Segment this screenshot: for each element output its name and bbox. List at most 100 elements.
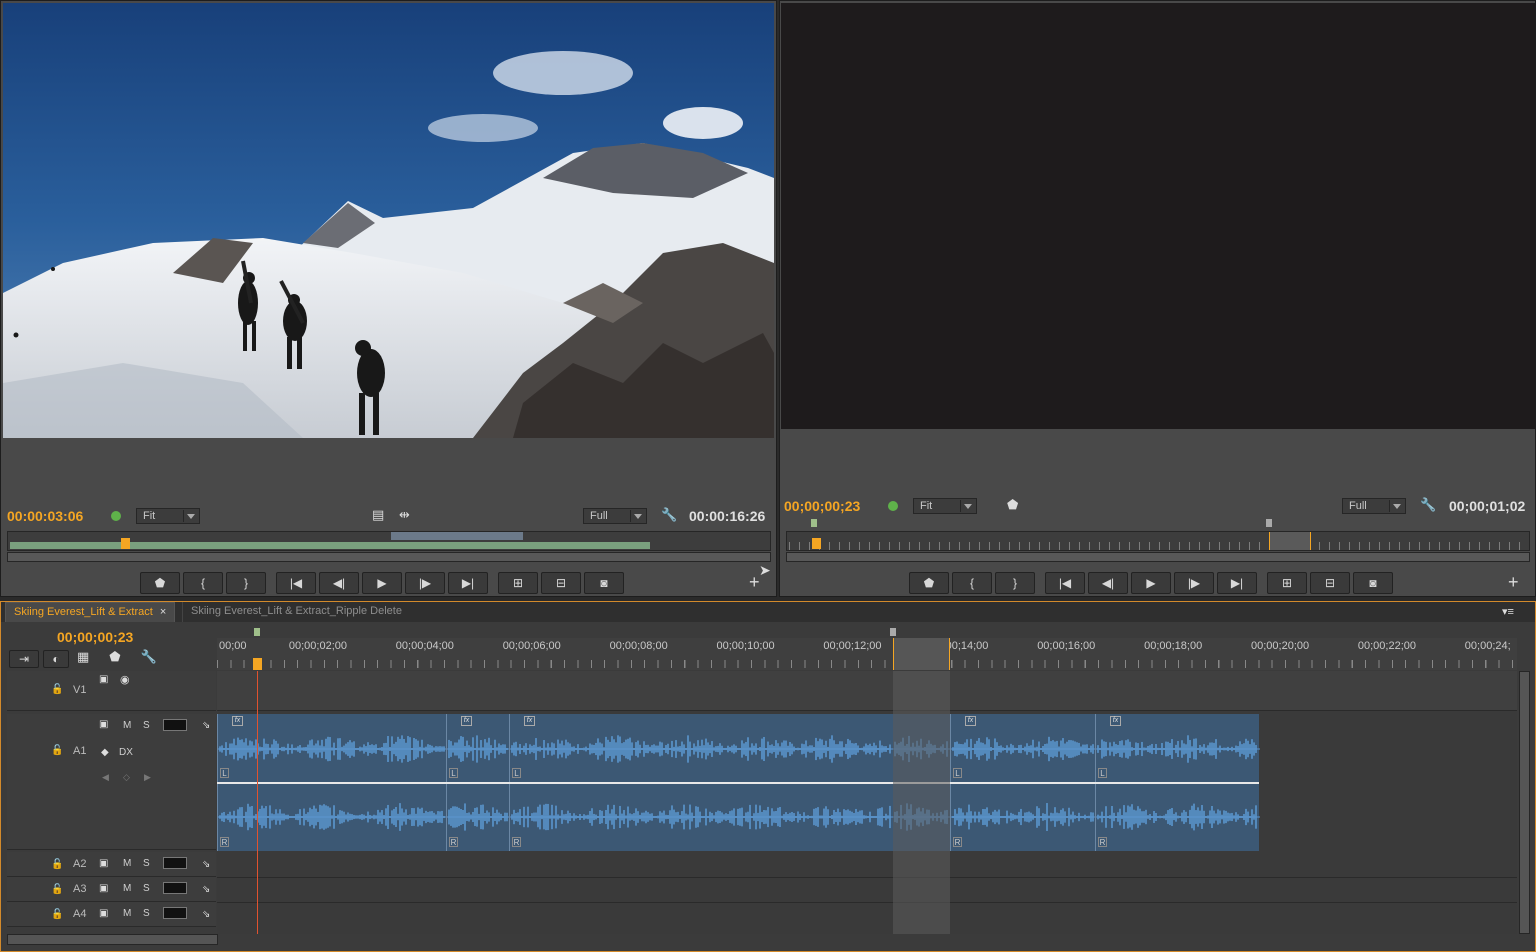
voice-record-button[interactable] (163, 882, 187, 894)
overwrite-button[interactable]: ⊟ (541, 572, 581, 594)
lock-icon[interactable]: 🔓 (51, 858, 63, 872)
timeline-panel: Skiing Everest_Lift & Extract × Skiing E… (0, 601, 1536, 952)
add-marker-button[interactable]: ⬟ (909, 572, 949, 594)
tab-label: Skiing Everest_Lift & Extract_Ripple Del… (191, 605, 402, 617)
link-icon[interactable]: ◐ (43, 650, 69, 668)
next-keyframe-icon[interactable]: ▶ (144, 770, 151, 784)
ruler-label: 00;00;20;00 (1251, 640, 1310, 652)
voice-record-button[interactable] (163, 857, 187, 869)
play-button[interactable]: ▶ (362, 572, 402, 594)
camera-icon[interactable]: ◙ (1353, 572, 1393, 594)
in-out-range (893, 638, 950, 670)
go-to-in-button[interactable]: |◀ (276, 572, 316, 594)
add-marker-button[interactable]: ⬟ (140, 572, 180, 594)
eye-icon[interactable]: ◉ (120, 673, 130, 687)
ruler-label: 00;00;06;00 (502, 640, 561, 652)
output-routing-icon[interactable]: ⇘ (202, 858, 210, 872)
tab-sequence-lift-extract[interactable]: Skiing Everest_Lift & Extract × (5, 602, 176, 622)
speaker-icon[interactable]: ▣ (99, 882, 108, 896)
mute-button[interactable]: M (123, 883, 131, 894)
mute-button[interactable]: M (123, 908, 131, 919)
play-button[interactable]: ▶ (1131, 572, 1171, 594)
sequence-out-marker (890, 628, 896, 636)
voice-record-button[interactable] (163, 907, 187, 919)
program-zoom-scrollbar[interactable] (786, 552, 1530, 562)
track-header-scrollbar[interactable] (7, 934, 218, 945)
mute-button[interactable]: M (123, 720, 131, 731)
prev-keyframe-icon[interactable]: ◀ (102, 770, 109, 784)
wrench-icon[interactable]: 🔧 (1420, 498, 1436, 512)
mark-in-button[interactable]: { (183, 572, 223, 594)
program-zoom-select[interactable]: Fit (913, 498, 977, 514)
output-routing-icon[interactable]: ⇘ (202, 908, 210, 922)
program-zoom-value: Fit (920, 500, 933, 512)
lock-icon[interactable]: 🔓 (51, 883, 63, 897)
program-drop-frame-indicator (888, 501, 898, 511)
go-to-in-button[interactable]: |◀ (1045, 572, 1085, 594)
in-out-highlight (893, 671, 950, 934)
panel-menu-icon[interactable]: ▾≡ (1502, 605, 1514, 619)
source-timecode[interactable]: 00:00:03:06 (7, 508, 83, 524)
program-resolution-select[interactable]: Full (1342, 498, 1406, 514)
speaker-icon[interactable]: ▣ (99, 857, 108, 871)
go-to-out-button[interactable]: ▶| (1217, 572, 1257, 594)
marker-icon[interactable]: ⬟ (1007, 498, 1018, 512)
timeline-vertical-scrollbar[interactable] (1519, 671, 1530, 934)
output-routing-icon[interactable]: ⇘ (202, 719, 210, 733)
snap-icon[interactable]: ⇥ (9, 650, 39, 668)
add-edit-icon[interactable]: ▦ (77, 650, 89, 668)
plus-icon[interactable]: + (749, 573, 760, 591)
audio-waveform-icon[interactable]: ⇹ (399, 508, 410, 522)
program-mini-timeline[interactable] (786, 531, 1530, 551)
close-icon[interactable]: × (160, 606, 166, 618)
lock-icon[interactable]: 🔓 (51, 683, 63, 697)
lock-icon[interactable]: 🔓 (51, 744, 63, 758)
step-back-button[interactable]: ◀| (319, 572, 359, 594)
timeline-playhead-timecode[interactable]: 00;00;00;23 (57, 629, 133, 645)
speaker-icon[interactable]: ▣ (99, 718, 108, 732)
tab-sequence-ripple-delete[interactable]: Skiing Everest_Lift & Extract_Ripple Del… (182, 602, 410, 622)
step-back-button[interactable]: ◀| (1088, 572, 1128, 594)
step-forward-button[interactable]: |▶ (405, 572, 445, 594)
mark-out-button[interactable]: } (226, 572, 266, 594)
track-label-a2: A2 (73, 858, 87, 870)
plus-icon[interactable]: + (1508, 573, 1519, 591)
source-video-frame (3, 3, 774, 438)
film-icon[interactable]: ▤ (372, 508, 384, 522)
camera-icon[interactable]: ◙ (584, 572, 624, 594)
source-zoom-scrollbar[interactable] (7, 552, 771, 562)
speaker-icon[interactable]: ▣ (99, 907, 108, 921)
voice-record-button[interactable] (163, 719, 187, 731)
lock-icon[interactable]: 🔓 (51, 908, 63, 922)
mark-in-button[interactable]: { (952, 572, 992, 594)
program-video-frame (781, 3, 1535, 429)
extract-button[interactable]: ⊟ (1310, 572, 1350, 594)
step-forward-button[interactable]: |▶ (1174, 572, 1214, 594)
time-ruler[interactable]: 00;00 00;00;02;00 00;00;04;00 00;00;06;00 00… (217, 638, 1517, 670)
program-timecode[interactable]: 00;00;00;23 (784, 498, 860, 514)
wrench-icon[interactable]: 🔧 (141, 650, 157, 668)
timeline-playhead-handle[interactable] (253, 658, 262, 670)
output-routing-icon[interactable]: ⇘ (202, 883, 210, 897)
program-playhead-marker[interactable] (812, 538, 821, 549)
source-resolution-select[interactable]: Full (583, 508, 647, 524)
mark-out-button[interactable]: } (995, 572, 1035, 594)
film-icon[interactable]: ▣ (99, 673, 108, 687)
solo-button[interactable]: S (143, 720, 150, 731)
source-mini-timeline[interactable] (7, 531, 771, 551)
a1-clips: fx L Rfx L Rfx L Rfx L Rfx L R (217, 714, 1260, 851)
marker-icon[interactable]: ⬟ (109, 650, 120, 668)
go-to-out-button[interactable]: ▶| (448, 572, 488, 594)
add-keyframe-icon[interactable]: ◇ (123, 770, 130, 784)
source-playhead-marker[interactable] (121, 538, 130, 549)
source-zoom-select[interactable]: Fit (136, 508, 200, 524)
solo-button[interactable]: S (143, 858, 150, 869)
lift-button[interactable]: ⊞ (1267, 572, 1307, 594)
keyframe-icon[interactable]: ◆ (101, 746, 109, 760)
solo-button[interactable]: S (143, 908, 150, 919)
mute-button[interactable]: M (123, 858, 131, 869)
solo-button[interactable]: S (143, 883, 150, 894)
insert-button[interactable]: ⊞ (498, 572, 538, 594)
source-drop-frame-indicator (111, 511, 121, 521)
wrench-icon[interactable]: 🔧 (661, 508, 677, 522)
